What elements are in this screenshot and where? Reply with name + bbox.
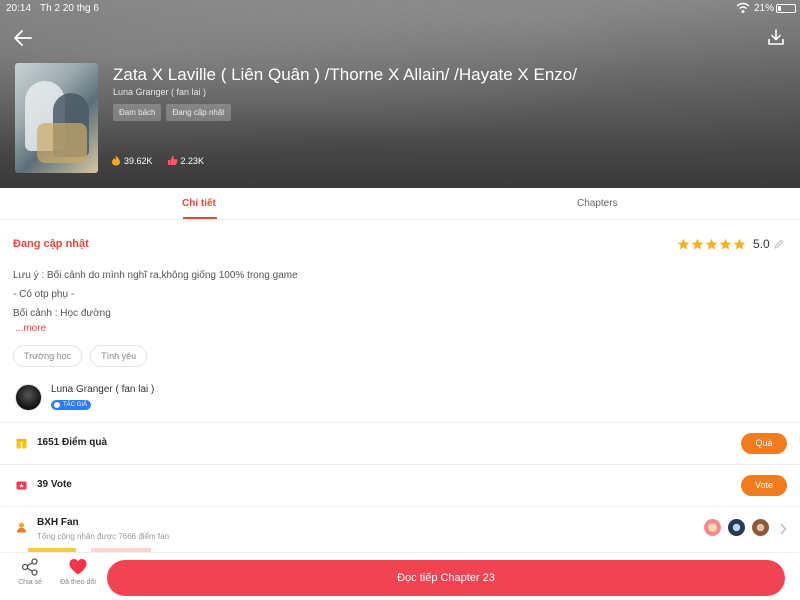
author-card[interactable]: Luna Granger ( fan lai ) TÁC GIẢ xyxy=(0,375,800,423)
thumbs-up-icon xyxy=(167,156,177,165)
rating-value: 5.0 xyxy=(753,237,770,251)
arrow-left-icon[interactable] xyxy=(12,27,34,49)
battery-percent: 21% xyxy=(754,3,775,14)
avatar xyxy=(15,384,42,411)
description-line: Lưu ý : Bối cảnh do mình nghĩ ra,không g… xyxy=(13,270,298,281)
follow-label: Đã theo dõi xyxy=(60,579,96,586)
story-description: Lưu ý : Bối cảnh do mình nghĩ ra,không g… xyxy=(13,266,298,323)
tab-chapters[interactable]: Chapters xyxy=(577,198,618,209)
download-icon[interactable] xyxy=(766,27,786,47)
rating: 5.0 xyxy=(677,237,784,251)
cover-figure xyxy=(37,123,87,163)
share-icon xyxy=(21,558,38,576)
badge-icon xyxy=(54,402,60,408)
story-author[interactable]: Luna Granger ( fan lai ) xyxy=(113,87,206,97)
fan-ranking-label: BXH Fan xyxy=(37,517,79,528)
author-name: Luna Granger ( fan lai ) xyxy=(51,384,155,395)
continue-reading-button[interactable]: Đọc tiếp Chapter 23 xyxy=(107,560,785,596)
story-stats: 39.62K 2.23K xyxy=(111,155,204,166)
genre-tags: Trường học Tình yêu xyxy=(13,345,148,367)
battery-level xyxy=(778,6,781,11)
vote-row: 39 Vote Vote xyxy=(0,465,800,507)
tab-bar: Chi tiết Chapters xyxy=(0,188,800,220)
avatar xyxy=(704,519,721,536)
vote-label: 39 Vote xyxy=(37,479,72,490)
ticket-icon xyxy=(16,481,27,490)
follow-button[interactable]: Đã theo dõi xyxy=(55,557,101,586)
star-icon xyxy=(719,238,732,250)
edit-rating-icon[interactable] xyxy=(774,239,784,249)
share-label: Chia sẻ xyxy=(18,579,42,586)
star-icon xyxy=(705,238,718,250)
star-icon xyxy=(691,238,704,250)
fan-ranking-subtitle: Tổng cộng nhận được 7666 điểm fan xyxy=(37,532,170,541)
story-cover-image xyxy=(15,63,98,173)
star-icon xyxy=(677,238,690,250)
status-date: Th 2 20 thg 6 xyxy=(40,3,99,14)
active-tab-indicator xyxy=(183,217,217,219)
story-title: Zata X Laville ( Liên Quân ) /Thorne X A… xyxy=(113,65,577,84)
heart-icon xyxy=(69,559,87,575)
share-button[interactable]: Chia sẻ xyxy=(13,557,47,586)
views-count: 39.62K xyxy=(124,155,153,166)
gift-points-row: 1651 Điểm quà Quà xyxy=(0,423,800,465)
avatar xyxy=(728,519,745,536)
more-link[interactable]: ...more xyxy=(15,323,46,334)
ranking-icon xyxy=(17,522,26,533)
author-badge: TÁC GIẢ xyxy=(51,400,92,410)
author-badge-label: TÁC GIẢ xyxy=(63,402,88,408)
story-header: 20:14 Th 2 20 thg 6 21% Zata X Laville (… xyxy=(0,0,800,188)
top-fans xyxy=(704,519,769,536)
story-tag[interactable]: Đang cập nhật xyxy=(166,104,231,121)
star-icon xyxy=(733,238,746,250)
description-line: Bối cảnh : Học đường xyxy=(13,308,111,319)
tab-details[interactable]: Chi tiết xyxy=(182,198,216,209)
genre-tag[interactable]: Trường học xyxy=(13,345,83,367)
gift-points-label: 1651 Điểm quà xyxy=(37,437,108,448)
genre-tag[interactable]: Tình yêu xyxy=(90,345,148,367)
gift-button[interactable]: Quà xyxy=(741,433,787,454)
battery-icon xyxy=(776,4,796,13)
gift-icon xyxy=(16,439,27,449)
vote-button[interactable]: Vote xyxy=(741,475,787,496)
status-bar: 20:14 Th 2 20 thg 6 21% xyxy=(0,0,800,16)
fire-icon xyxy=(112,155,120,166)
likes-count: 2.23K xyxy=(180,155,205,166)
avatar xyxy=(752,519,769,536)
chevron-right-icon xyxy=(780,523,787,535)
fan-ranking-row[interactable]: BXH Fan Tổng cộng nhận được 7666 điểm fa… xyxy=(0,509,800,551)
story-tags: Đam bách Đang cập nhật xyxy=(113,104,231,121)
story-tag[interactable]: Đam bách xyxy=(113,104,162,121)
status-time: 20:14 xyxy=(6,3,32,14)
likes-stat: 2.23K xyxy=(167,155,205,166)
bottom-bar: Chia sẻ Đã theo dõi Đọc tiếp Chapter 23 xyxy=(0,552,800,600)
views-stat: 39.62K xyxy=(111,155,153,166)
description-line: - Có otp phụ - xyxy=(13,289,75,300)
story-status: Đang cập nhật xyxy=(13,238,89,250)
wifi-icon xyxy=(736,2,750,13)
